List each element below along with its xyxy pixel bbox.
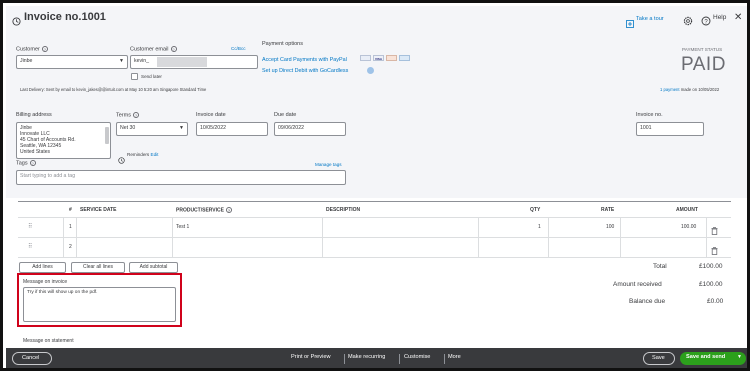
invoice-window: Invoice no.1001 Take a tour ? Help ✕ Cus… [0,0,750,371]
paypal-link[interactable]: Accept Card Payments with PayPal [262,57,347,63]
customer-email-label: Customer email? [130,46,177,53]
column-header-num: # [69,207,72,213]
cc-bcc-link[interactable]: Cc/Bcc [231,46,246,51]
balance-due-label: Balance due [629,298,666,305]
take-tour-link[interactable]: Take a tour [636,16,664,22]
payment-options-title: Payment options [262,41,303,47]
add-lines-button[interactable]: Add lines [19,262,66,273]
amount-cell[interactable]: 100.00 [681,224,696,230]
amount-received-value: £100.00 [699,281,723,288]
column-header-qty: QTY [530,207,541,213]
row-number: 1 [69,224,72,230]
gocardless-icon [367,67,374,74]
billing-line: United States [20,149,51,156]
customise-button[interactable]: Customise [404,354,430,360]
payment-status-value: PAID [681,54,726,75]
paypal-logo [360,55,371,61]
amex-logo [399,55,410,61]
payment-made-text: 1 payment made on 10/05/2022 [660,87,720,92]
due-date-field[interactable]: 09/06/2022 [274,122,346,136]
more-button[interactable]: More [448,354,461,360]
card-logos: VISA [360,55,410,61]
column-header-rate: RATE [601,207,615,213]
save-button[interactable]: Save [643,352,675,365]
column-header-service-date: SERVICE DATE [80,207,117,213]
billing-address-label: Billing address [16,112,52,118]
message-on-invoice-field[interactable]: Try if this will show up on the pdf. [23,287,176,322]
scrollbar[interactable] [105,127,109,144]
info-icon: ? [29,160,36,166]
info-icon: ? [132,112,139,118]
customer-select[interactable]: Jinbe ▼ [16,55,128,69]
invoice-date-label: Invoice date [196,112,226,118]
invoice-header-area: Invoice no.1001 Take a tour ? Help ✕ Cus… [6,6,747,198]
send-later-checkbox[interactable] [131,73,138,80]
row-number: 2 [69,244,72,250]
customer-email-field[interactable]: kevin_ [130,55,258,69]
history-icon[interactable] [12,13,21,31]
tour-icon[interactable] [626,15,634,33]
column-header-amount: AMOUNT [676,207,698,213]
reminders-label: Reminders Edit [127,152,159,157]
invoice-no-field[interactable]: 1001 [636,122,704,136]
line-items-table: # SERVICE DATE PRODUCT/SERVICE? DESCRIPT… [18,201,731,259]
redacted-block [157,57,207,67]
drag-handle-icon[interactable]: ⠿ [28,223,32,230]
manage-tags-link[interactable]: Manage tags [315,162,342,167]
table-row[interactable]: ⠿ 1 Test 1 1 100 100.00 [18,218,731,237]
message-on-invoice-label: Message on invoice [23,279,68,285]
qty-cell[interactable]: 1 [538,224,541,230]
customer-label: Customer? [16,46,48,53]
reminders-icon [118,151,125,169]
info-icon: ? [41,46,48,52]
save-and-send-button[interactable]: Save and send ▼ [680,352,746,365]
due-date-label: Due date [274,112,297,118]
mastercard-logo [386,55,397,61]
amount-received-label: Amount received [613,281,662,288]
reminders-edit-link[interactable]: Edit [151,152,159,157]
invoice-date-field[interactable]: 10/05/2022 [196,122,268,136]
terms-select[interactable]: Net 30 ▼ [116,122,188,136]
total-value: £100.00 [699,263,723,270]
tags-label: Tags? [16,160,36,167]
invoice-no-label: Invoice no. [636,112,663,118]
chevron-down-icon: ▼ [179,125,184,131]
message-on-statement-label: Message on statement [23,338,74,344]
column-header-product: PRODUCT/SERVICE? [176,207,232,214]
close-icon[interactable]: ✕ [734,12,742,23]
terms-label: Terms? [116,112,139,119]
payment-status-label: PAYMENT STATUS [682,47,723,52]
drag-handle-icon[interactable]: ⠿ [28,243,32,250]
add-subtotal-button[interactable]: Add subtotal [129,262,178,273]
column-header-description: DESCRIPTION [326,207,361,213]
make-recurring-button[interactable]: Make recurring [348,354,385,360]
gear-icon[interactable] [683,13,693,31]
clear-all-lines-button[interactable]: Clear all lines [71,262,125,273]
chevron-down-icon[interactable]: ▼ [737,354,742,360]
help-icon[interactable]: ? [701,13,711,31]
info-icon: ? [225,207,232,213]
table-row[interactable]: ⠿ 2 [18,238,731,257]
tags-input[interactable]: Start typing to add a tag [16,170,346,185]
print-preview-button[interactable]: Print or Preview [291,354,330,360]
cancel-button[interactable]: Cancel [12,352,52,365]
billing-address-field[interactable]: Jinbe Innovate LLC 45 Chart of Accounts … [16,122,111,159]
help-label[interactable]: Help [713,14,726,21]
send-later-label: Send later [141,74,162,79]
product-cell[interactable]: Test 1 [176,224,189,230]
gocardless-link[interactable]: Set up Direct Debit with GoCardless [262,68,348,74]
balance-due-value: £0.00 [707,298,724,305]
payment-link[interactable]: 1 payment [660,87,680,92]
chevron-down-icon: ▼ [119,58,124,64]
page-title: Invoice no.1001 [24,11,106,23]
total-label: Total [653,263,667,270]
rate-cell[interactable]: 100 [606,224,614,230]
last-delivery-text: Last Delivery: Sent by email to kevin_ja… [20,87,207,92]
visa-logo: VISA [373,55,384,61]
info-icon: ? [170,46,177,52]
action-footer: Cancel Print or Preview Make recurring C… [6,348,747,368]
